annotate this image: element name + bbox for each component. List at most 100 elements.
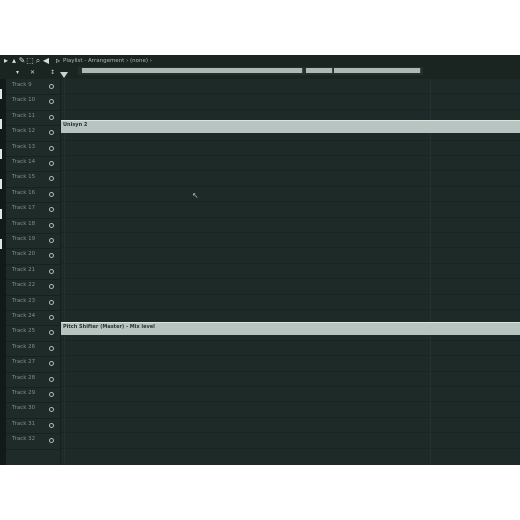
- grid-line: [61, 139, 520, 141]
- ruler-segment: [214, 68, 245, 73]
- grid-line: [61, 447, 520, 449]
- grid-line: [61, 401, 520, 403]
- track-row[interactable]: Track 24: [6, 310, 60, 327]
- track-enable-icon[interactable]: [49, 392, 54, 397]
- track-enable-icon[interactable]: [49, 207, 54, 213]
- ruler-segment: [390, 68, 421, 73]
- playlist-toolbar: ▸ ▴ ✎ ⬚ ⌕ ◀ ▹ Playlist - Arrangement › (…: [0, 55, 520, 67]
- track-row[interactable]: Track 14: [6, 156, 60, 173]
- ruler-segment: [318, 68, 333, 73]
- strip-marker: [0, 119, 2, 129]
- strip-marker: [0, 149, 2, 159]
- ruler-segment: [200, 68, 215, 73]
- track-enable-icon[interactable]: [49, 253, 54, 259]
- track-row[interactable]: Track 22: [6, 279, 60, 296]
- track-enable-icon[interactable]: [49, 222, 54, 228]
- track-enable-icon[interactable]: [49, 315, 54, 320]
- snap-icon[interactable]: ▴: [10, 56, 18, 66]
- track-row[interactable]: Track 25: [6, 325, 60, 342]
- track-enable-icon[interactable]: [49, 268, 54, 274]
- clip-pitch-shifter[interactable]: Pitch Shifter (Master) - Mix level: [61, 322, 520, 335]
- track-label: Track 28: [12, 374, 36, 381]
- track-row[interactable]: Track 18: [6, 218, 60, 234]
- track-enable-icon[interactable]: [49, 191, 54, 197]
- clip-label: Unisyn 2: [63, 122, 88, 128]
- scroll-icon[interactable]: ↕: [50, 69, 55, 77]
- timeline-ruler[interactable]: [78, 67, 423, 75]
- clip-unisyn[interactable]: Unisyn 2: [61, 120, 520, 133]
- playhead-marker[interactable]: [60, 72, 68, 78]
- track-row[interactable]: Track 26: [6, 341, 60, 358]
- close-icon[interactable]: ✕: [30, 69, 35, 77]
- arrow-icon[interactable]: ▹: [54, 56, 62, 66]
- track-enable-icon[interactable]: [49, 284, 54, 290]
- track-enable-icon[interactable]: [49, 376, 54, 382]
- play-icon[interactable]: ▸: [2, 56, 10, 66]
- bar-line: [64, 79, 65, 465]
- track-row[interactable]: Track 29: [6, 387, 60, 404]
- window-title: Playlist - Arrangement › (none) ›: [63, 58, 152, 64]
- track-enable-icon[interactable]: [49, 176, 54, 182]
- grid-line: [61, 355, 520, 357]
- track-label: Track 24: [12, 313, 36, 319]
- select-icon[interactable]: ⬚: [26, 56, 34, 66]
- grid-line: [61, 293, 520, 295]
- caret-down-icon[interactable]: ▾: [16, 69, 19, 77]
- track-enable-icon[interactable]: [49, 130, 54, 136]
- track-enable-icon[interactable]: [49, 161, 54, 166]
- track-label: Track 12: [12, 128, 36, 135]
- track-row[interactable]: Track 10: [6, 94, 60, 111]
- track-enable-icon[interactable]: [49, 407, 54, 413]
- ruler-segment: [184, 68, 201, 73]
- track-enable-icon[interactable]: [49, 438, 54, 444]
- track-row[interactable]: Track 11: [6, 110, 60, 127]
- track-row[interactable]: Track 17: [6, 202, 60, 219]
- grid-line: [61, 339, 520, 341]
- track-row[interactable]: Track 9: [6, 79, 60, 96]
- track-enable-icon[interactable]: [49, 345, 54, 351]
- grid-line: [61, 93, 520, 95]
- track-row[interactable]: Track 21: [6, 264, 60, 281]
- track-label: Track 29: [12, 390, 36, 396]
- ruler-segment: [244, 68, 275, 73]
- track-label: Track 26: [12, 343, 36, 350]
- track-label: Track 30: [12, 405, 36, 412]
- track-row[interactable]: Track 15: [6, 171, 60, 188]
- track-enable-icon[interactable]: [49, 361, 54, 367]
- track-row[interactable]: Track 28: [6, 372, 60, 388]
- track-label: Track 17: [12, 205, 36, 212]
- clip-label: Pitch Shifter (Master) - Mix level: [63, 324, 155, 330]
- track-row[interactable]: Track 23: [6, 295, 60, 311]
- track-row[interactable]: Track 20: [6, 248, 60, 265]
- grid-line: [61, 432, 520, 434]
- zoom-icon[interactable]: ⌕: [34, 56, 42, 66]
- ruler-segment: [274, 68, 303, 73]
- track-enable-icon[interactable]: [49, 99, 54, 105]
- track-label: Track 32: [12, 436, 36, 443]
- speaker-icon[interactable]: ◀: [42, 56, 50, 66]
- grid-line: [61, 416, 520, 418]
- track-enable-icon[interactable]: [49, 330, 54, 336]
- track-row[interactable]: Track 13: [6, 141, 60, 157]
- track-row[interactable]: Track 19: [6, 233, 60, 250]
- grid-line: [61, 108, 520, 110]
- pencil-icon[interactable]: ✎: [18, 56, 26, 66]
- track-row[interactable]: Track 16: [6, 187, 60, 204]
- track-enable-icon[interactable]: [49, 422, 54, 428]
- track-row[interactable]: Track 27: [6, 356, 60, 373]
- track-enable-icon[interactable]: [49, 238, 54, 243]
- track-enable-icon[interactable]: [49, 84, 54, 89]
- track-label: Track 9: [12, 82, 32, 88]
- track-enable-icon[interactable]: [49, 145, 54, 151]
- grid-line: [61, 155, 520, 156]
- grid-line: [61, 216, 520, 218]
- track-enable-icon[interactable]: [49, 114, 54, 120]
- track-enable-icon[interactable]: [49, 299, 54, 305]
- arrangement-grid[interactable]: Unisyn 2 Pitch Shifter (Master) - Mix le…: [61, 79, 520, 465]
- track-label: Track 27: [12, 359, 36, 366]
- track-row[interactable]: Track 32: [6, 433, 60, 450]
- track-label: Track 18: [12, 220, 36, 227]
- track-row[interactable]: Track 30: [6, 402, 60, 419]
- track-row[interactable]: Track 31: [6, 418, 60, 435]
- track-row[interactable]: Track 12: [6, 125, 60, 142]
